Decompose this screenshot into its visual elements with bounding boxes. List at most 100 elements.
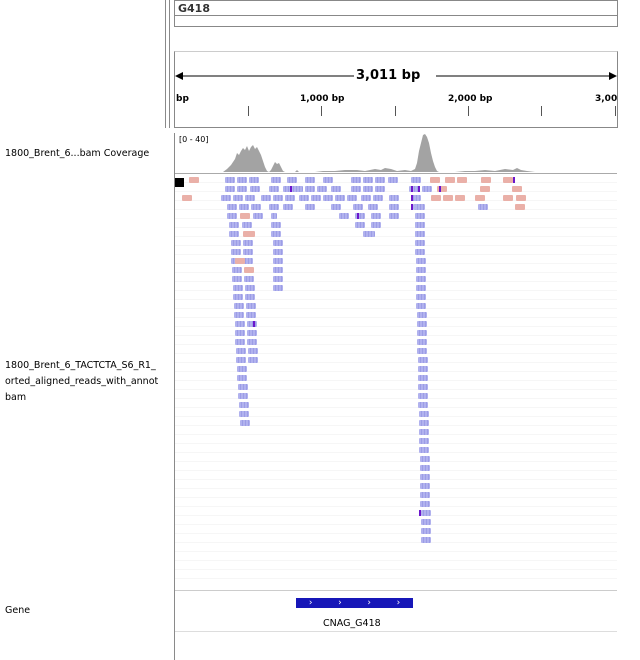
aligned-read[interactable] (236, 357, 246, 363)
aligned-read[interactable] (248, 348, 258, 354)
aligned-read[interactable] (415, 222, 425, 228)
aligned-read[interactable] (478, 204, 488, 210)
aligned-read[interactable] (237, 186, 247, 192)
gene-track[interactable]: › › › › CNAG_G418 (175, 591, 617, 660)
coverage-track-label[interactable]: 1800_Brent_6...bam Coverage (5, 146, 149, 162)
aligned-read[interactable] (355, 222, 365, 228)
aligned-read[interactable] (422, 186, 432, 192)
aligned-read[interactable] (225, 177, 235, 183)
aligned-read[interactable] (417, 312, 427, 318)
aligned-read[interactable] (247, 321, 257, 327)
aligned-read[interactable] (415, 204, 425, 210)
aligned-read[interactable] (251, 204, 261, 210)
aligned-read[interactable] (239, 204, 249, 210)
aligned-read[interactable] (418, 402, 428, 408)
aligned-read[interactable] (233, 195, 243, 201)
aligned-read[interactable] (229, 222, 239, 228)
aligned-read[interactable] (418, 366, 428, 372)
aligned-read[interactable] (421, 519, 431, 525)
aligned-read[interactable] (235, 330, 245, 336)
aligned-read[interactable] (299, 195, 309, 201)
aligned-read[interactable] (248, 357, 258, 363)
aligned-read[interactable] (419, 429, 429, 435)
aligned-read[interactable] (323, 177, 333, 183)
aligned-read[interactable] (416, 258, 426, 264)
aligned-read[interactable] (420, 474, 430, 480)
aligned-read[interactable] (229, 231, 239, 237)
aligned-read[interactable] (240, 420, 250, 426)
aligned-read[interactable] (416, 267, 426, 273)
aligned-read[interactable] (417, 330, 427, 336)
aligned-read[interactable] (246, 312, 256, 318)
aligned-read[interactable] (418, 384, 428, 390)
aligned-read[interactable] (243, 240, 253, 246)
aligned-read[interactable] (271, 213, 277, 219)
gene-feature[interactable]: › › › › (296, 598, 413, 608)
aligned-read[interactable] (361, 195, 371, 201)
aligned-read[interactable] (273, 249, 283, 255)
aligned-read[interactable] (231, 249, 241, 255)
aligned-read[interactable] (238, 384, 248, 390)
aligned-read[interactable] (261, 195, 271, 201)
aligned-read[interactable] (247, 330, 257, 336)
aligned-read[interactable] (237, 366, 247, 372)
aligned-read[interactable] (431, 195, 441, 201)
aligned-read[interactable] (418, 393, 428, 399)
aligned-read[interactable] (245, 195, 255, 201)
aligned-read[interactable] (221, 195, 231, 201)
chromosome-ideogram[interactable] (174, 15, 618, 27)
aligned-read[interactable] (419, 420, 429, 426)
aligned-read[interactable] (418, 375, 428, 381)
aligned-read[interactable] (246, 303, 256, 309)
aligned-read[interactable] (331, 204, 341, 210)
aligned-read[interactable] (245, 294, 255, 300)
aligned-read[interactable] (235, 321, 245, 327)
aligned-read[interactable] (351, 186, 361, 192)
aligned-read[interactable] (457, 177, 467, 183)
aligned-read[interactable] (503, 195, 513, 201)
aligned-read[interactable] (445, 177, 455, 183)
aligned-read[interactable] (305, 177, 315, 183)
aligned-read[interactable] (430, 177, 440, 183)
aligned-read[interactable] (269, 186, 279, 192)
aligned-read[interactable] (250, 186, 260, 192)
aligned-read[interactable] (353, 204, 363, 210)
aligned-read[interactable] (283, 204, 293, 210)
aligned-read[interactable] (233, 294, 243, 300)
aligned-read[interactable] (269, 204, 279, 210)
aligned-read[interactable] (389, 213, 399, 219)
aligned-read[interactable] (416, 285, 426, 291)
aligned-read[interactable] (389, 195, 399, 201)
aligned-read[interactable] (417, 321, 427, 327)
aligned-read[interactable] (416, 276, 426, 282)
aligned-read[interactable] (233, 285, 243, 291)
aligned-read[interactable] (287, 177, 297, 183)
aligned-read[interactable] (481, 177, 491, 183)
aligned-read[interactable] (273, 258, 283, 264)
aligned-read[interactable] (516, 195, 526, 201)
aligned-read[interactable] (273, 195, 283, 201)
aligned-read[interactable] (389, 204, 399, 210)
aligned-read[interactable] (239, 411, 249, 417)
aligned-read[interactable] (237, 177, 247, 183)
alignment-track[interactable] (175, 174, 617, 587)
aligned-read[interactable] (375, 177, 385, 183)
aligned-read[interactable] (373, 195, 383, 201)
aligned-read[interactable] (347, 195, 357, 201)
aligned-read[interactable] (480, 186, 490, 192)
aligned-read[interactable] (227, 213, 237, 219)
aligned-read[interactable] (419, 447, 429, 453)
aligned-read[interactable] (420, 456, 430, 462)
aligned-read[interactable] (291, 186, 303, 192)
ruler-panel[interactable] (174, 51, 618, 128)
aligned-read[interactable] (305, 186, 315, 192)
aligned-read[interactable] (371, 222, 381, 228)
aligned-read[interactable] (227, 204, 237, 210)
aligned-read[interactable] (235, 258, 245, 264)
aligned-read[interactable] (243, 231, 255, 237)
aligned-read[interactable] (415, 213, 425, 219)
aligned-read[interactable] (420, 483, 430, 489)
aligned-read[interactable] (244, 276, 254, 282)
aligned-read[interactable] (235, 339, 245, 345)
aligned-read[interactable] (239, 402, 249, 408)
